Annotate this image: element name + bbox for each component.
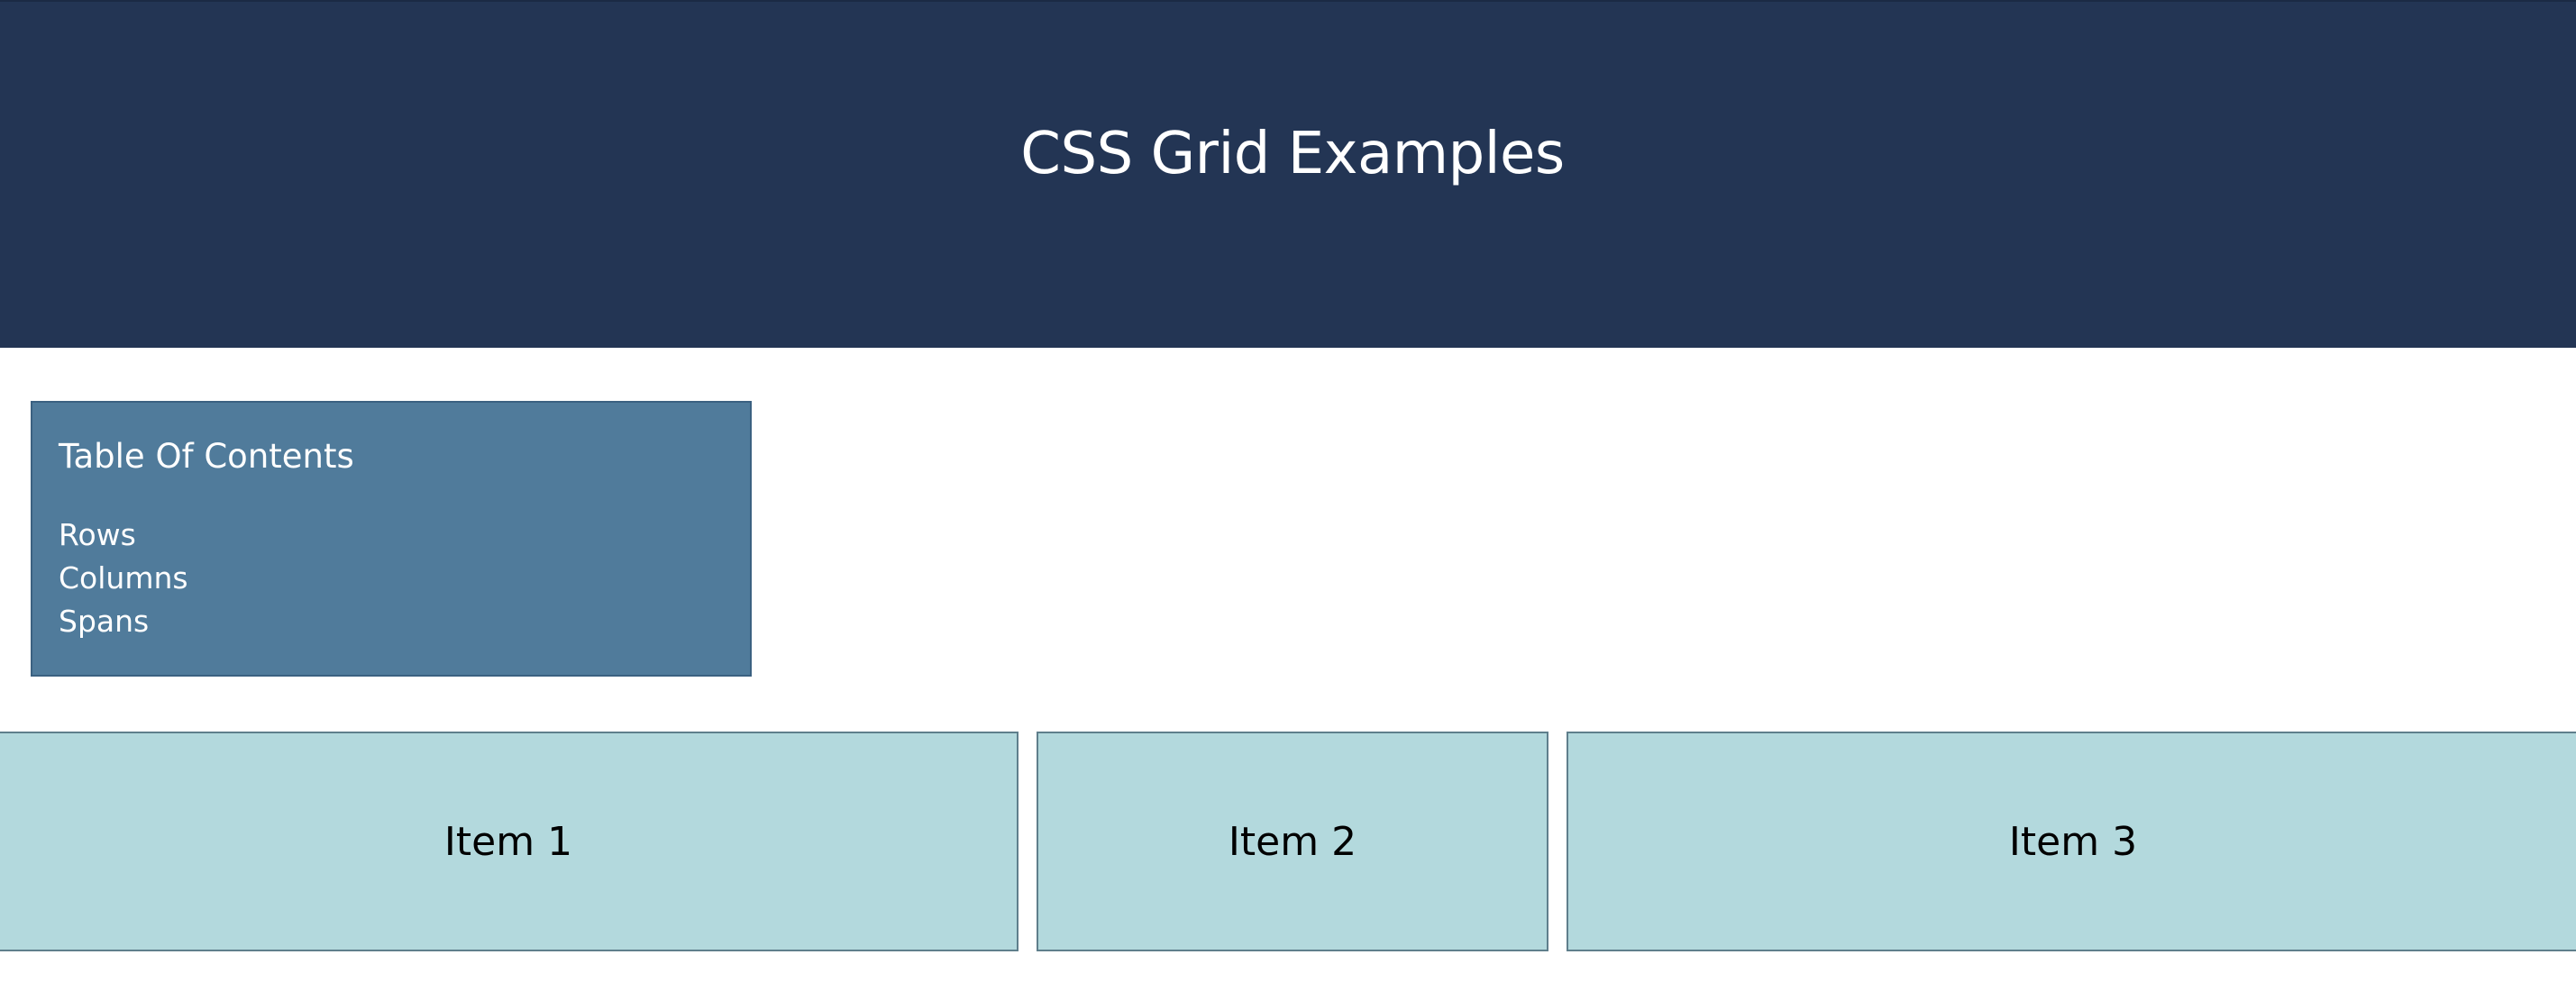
toc-list: Rows Columns Spans [59, 514, 188, 643]
page-title: CSS Grid Examples [1020, 120, 1565, 187]
toc-link-rows[interactable]: Rows [59, 514, 188, 557]
toc-title: Table Of Contents [59, 437, 354, 476]
table-of-contents: Table Of Contents Rows Columns Spans [31, 401, 752, 677]
toc-list-item: Rows [59, 514, 188, 557]
page-header: CSS Grid Examples [0, 0, 2576, 348]
toc-list-item: Columns [59, 557, 188, 600]
toc-link-spans[interactable]: Spans [59, 600, 188, 643]
grid-item-1: Item 1 [0, 732, 1019, 951]
grid-item-3: Item 3 [1567, 732, 2576, 951]
page: CSS Grid Examples Table Of Contents Rows… [0, 0, 2576, 982]
toc-list-item: Spans [59, 600, 188, 643]
toc-link-columns[interactable]: Columns [59, 557, 188, 600]
grid-item-2: Item 2 [1037, 732, 1548, 951]
